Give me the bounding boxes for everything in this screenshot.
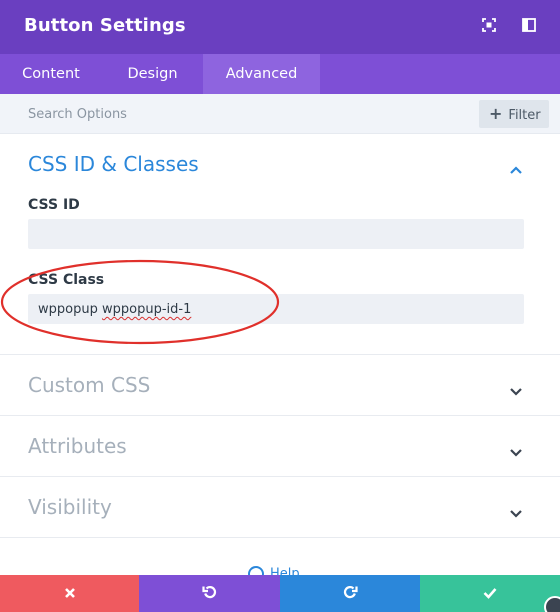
- css-class-label: CSS Class: [28, 272, 105, 288]
- search-options-input[interactable]: [14, 98, 454, 130]
- modal-header: Button Settings: [0, 0, 560, 54]
- builder-settings-knob[interactable]: [544, 596, 560, 612]
- section-title-visibility[interactable]: Visibility: [28, 495, 112, 519]
- undo-button[interactable]: [139, 575, 280, 612]
- tab-content[interactable]: Content: [0, 54, 102, 94]
- tab-advanced[interactable]: Advanced: [203, 54, 320, 94]
- chevron-up-icon[interactable]: [509, 160, 523, 174]
- plus-icon: +: [489, 104, 503, 123]
- fullscreen-icon[interactable]: [482, 18, 496, 32]
- css-class-token-1: wppopup: [38, 302, 98, 317]
- css-id-input[interactable]: [28, 219, 524, 249]
- chevron-down-icon[interactable]: [509, 442, 523, 457]
- save-button[interactable]: [420, 575, 560, 612]
- section-title-attributes[interactable]: Attributes: [28, 434, 127, 458]
- section-divider: [0, 415, 560, 416]
- undo-icon: [201, 584, 218, 604]
- discard-button[interactable]: [0, 575, 139, 612]
- redo-button[interactable]: [280, 575, 420, 612]
- section-divider: [0, 476, 560, 477]
- chevron-down-icon[interactable]: [509, 503, 523, 518]
- filter-button[interactable]: + Filter: [479, 100, 549, 128]
- search-bar: + Filter: [0, 94, 560, 134]
- sidebar-toggle-icon[interactable]: [522, 18, 536, 32]
- chevron-down-icon[interactable]: [509, 381, 523, 396]
- css-id-label: CSS ID: [28, 197, 80, 213]
- modal-title: Button Settings: [24, 15, 186, 36]
- filter-label: Filter: [508, 108, 541, 123]
- css-class-value[interactable]: wppopup wppopup-id-1: [38, 302, 191, 317]
- redo-icon: [342, 584, 358, 604]
- tab-design[interactable]: Design: [102, 54, 203, 94]
- close-icon: [64, 584, 76, 603]
- section-divider: [0, 537, 560, 538]
- section-title-custom-css[interactable]: Custom CSS: [28, 373, 150, 397]
- check-icon: [483, 584, 497, 603]
- footer-action-bar: [0, 575, 560, 612]
- section-divider: [0, 354, 560, 355]
- tab-bar: Content Design Advanced: [0, 54, 560, 94]
- css-class-token-2: wppopup-id-1: [101, 302, 192, 317]
- section-title-css-id-classes[interactable]: CSS ID & Classes: [28, 152, 199, 176]
